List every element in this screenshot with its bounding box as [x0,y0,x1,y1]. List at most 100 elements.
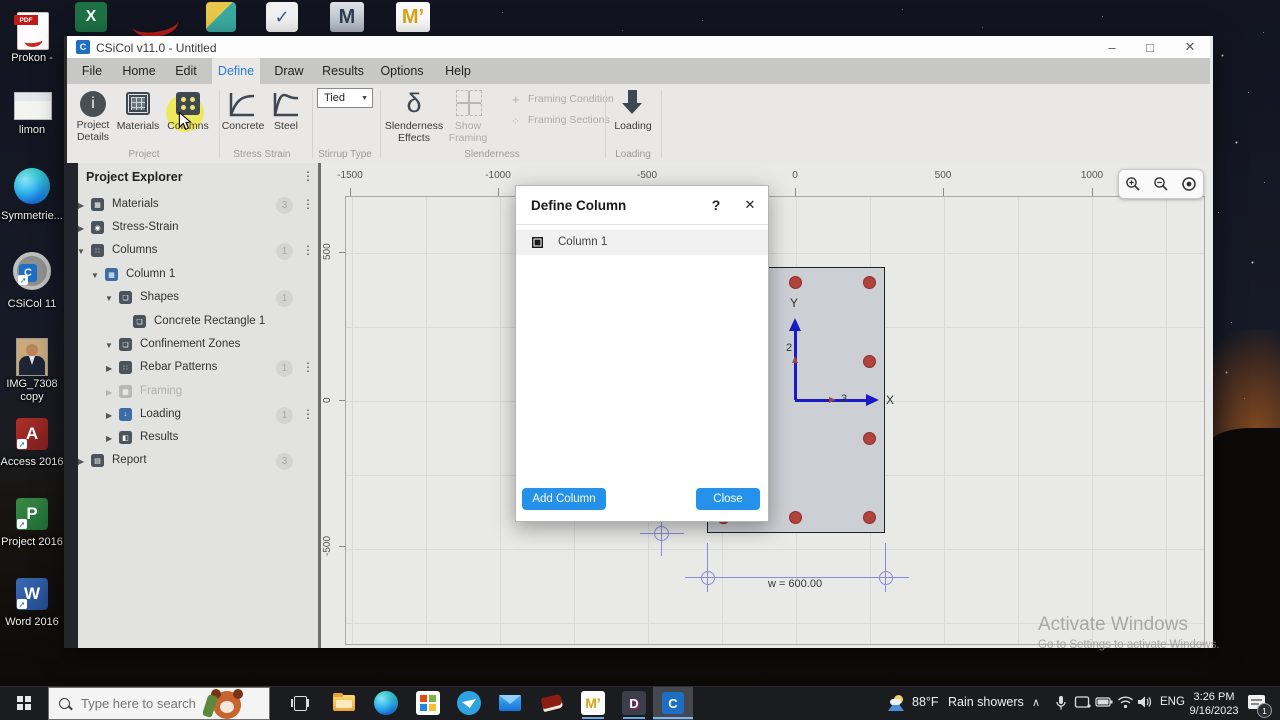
wifi-icon[interactable] [1117,695,1134,709]
language-indicator[interactable]: ENG [1160,696,1185,708]
tree-item-column-1[interactable]: ▼ ▦ Column 1 [64,264,318,287]
stirrup-type-select[interactable]: Tied ▼ [317,88,373,108]
menu-results[interactable]: Results [322,58,364,84]
tree-item-rebar-patterns[interactable]: ▶ ∷ Rebar Patterns 1 ⋮ [64,357,318,380]
rebar-dot[interactable] [863,276,876,289]
m-dark-icon[interactable]: M [330,2,364,32]
csicol-taskbar-slot[interactable]: C [653,687,693,720]
start-button[interactable] [0,686,48,720]
zoom-out-icon[interactable] [1153,176,1169,192]
expander-icon[interactable]: ▶ [106,364,112,373]
expander-icon[interactable]: ▶ [106,434,112,443]
expander-icon[interactable]: ▶ [78,224,84,233]
menu-define[interactable]: Define [212,58,260,84]
tree-item-stress-strain[interactable]: ▶ ◉ Stress-Strain [64,217,318,240]
file-explorer-icon[interactable] [332,691,356,715]
task-view-icon[interactable] [291,694,309,712]
minimize-button[interactable]: – [1097,37,1127,57]
show-framing-button[interactable]: Show Framing [444,120,492,144]
menu-edit[interactable]: Edit [170,58,202,84]
edge-taskbar-icon[interactable] [374,691,398,715]
menu-help[interactable]: Help [442,58,474,84]
zoom-in-icon[interactable] [1125,176,1141,192]
tree-item-confinement-zones[interactable]: ▼ ❏ Confinement Zones [64,334,318,357]
display-connect-icon[interactable] [1074,695,1091,710]
explorer-kebab-icon[interactable]: ⋮ [302,169,314,183]
tree-item-framing[interactable]: ▶ ▦ Framing [64,381,318,404]
excel-icon[interactable]: X [75,2,107,32]
expander-icon[interactable]: ▶ [106,411,112,420]
close-button[interactable]: ✕ [1175,37,1205,57]
tree-item-concrete-rectangle-1[interactable]: ❏ Concrete Rectangle 1 [64,311,318,334]
taskbar-search[interactable] [48,687,270,720]
expander-icon[interactable]: ▶ [78,201,84,210]
nitro-icon[interactable] [206,2,236,32]
menu-options[interactable]: Options [380,58,424,84]
dialog-close-icon[interactable]: ✕ [740,194,760,216]
expander-icon[interactable]: ▼ [77,247,85,256]
expander-icon[interactable]: ▶ [78,457,84,466]
menu-file[interactable]: File [78,58,106,84]
kebab-icon[interactable]: ⋮ [302,197,314,211]
rebar-dot[interactable] [789,511,802,524]
check-doc-icon[interactable]: ✓ [266,2,298,32]
dialog-close-button[interactable]: Close [696,488,760,510]
materials-button[interactable]: Materials [114,120,162,133]
rebar-dot[interactable] [863,355,876,368]
tree-item-report[interactable]: ▶ ▤ Report 3 [64,450,318,473]
results-node-icon: ◧ [119,431,132,444]
expander-icon[interactable]: ▼ [105,341,113,350]
dictionary-icon[interactable] [540,691,564,715]
framing-sections-button[interactable]: Framing Sections [528,114,610,126]
project-details-button[interactable]: Project Details [69,119,117,143]
m-gold-icon[interactable]: M’ [396,2,430,32]
maximize-button[interactable]: □ [1135,37,1165,57]
title-bar[interactable] [67,36,1210,59]
tree-item-columns[interactable]: ▼ ∷ Columns 1 ⋮ [64,240,318,263]
d-app-icon[interactable]: D [622,691,646,715]
rebar-dot[interactable] [863,432,876,445]
clock[interactable]: 3:26 PM 9/16/2023 [1186,690,1242,718]
icon-label: Symmetrie... [1,210,63,222]
kebab-icon[interactable]: ⋮ [302,243,314,257]
m-gold-taskbar-icon[interactable]: M’ [581,691,605,715]
telegram-icon[interactable] [457,691,481,715]
column-list-item[interactable]: Column 1 [516,230,768,255]
weather-icon[interactable] [886,694,906,712]
framing-condition-button[interactable]: Framing Condition [528,93,614,105]
kebab-icon[interactable]: ⋮ [302,407,314,421]
tree-label: Rebar Patterns [140,361,218,373]
office-icon[interactable] [416,691,440,715]
tree-item-shapes[interactable]: ▼ ❏ Shapes 1 [64,287,318,310]
help-icon[interactable]: ? [706,194,726,216]
slenderness-effects-button[interactable]: Slenderness Effects [384,120,444,144]
expander-icon[interactable]: ▼ [91,271,99,280]
tree-label: Column 1 [126,268,176,280]
speaker-icon[interactable] [1137,695,1154,709]
tray-chevron-icon[interactable]: ∧ [1032,696,1040,709]
battery-icon[interactable] [1095,695,1113,709]
menu-draw[interactable]: Draw [270,58,308,84]
steel-button[interactable]: Steel [264,120,308,133]
expander-icon[interactable]: ▼ [105,294,113,303]
search-input[interactable] [79,695,203,712]
zoom-extents-icon[interactable] [1181,176,1197,192]
loading-button[interactable]: Loading [608,120,658,133]
tree-item-loading[interactable]: ▶ ↓ Loading 1 ⋮ [64,404,318,427]
ruler-tick: 0 [322,397,333,403]
dim-marker-right [879,571,893,585]
concrete-button[interactable]: Concrete [219,120,267,133]
weather-condition[interactable]: Rain showers [948,695,1024,709]
kebab-icon[interactable]: ⋮ [302,360,314,374]
tree-item-results[interactable]: ▶ ◧ Results [64,427,318,450]
rebar-dot[interactable] [863,511,876,524]
rebar-dot[interactable] [789,276,802,289]
microphone-icon[interactable] [1054,695,1068,711]
tree-item-materials[interactable]: ▶ ▦ Materials 3 ⋮ [64,194,318,217]
mail-icon[interactable] [498,691,522,715]
add-column-button[interactable]: Add Column [522,488,606,510]
prokon-swoosh-icon[interactable] [129,0,181,41]
weather-temp[interactable]: 88°F [912,695,939,709]
menu-home[interactable]: Home [120,58,158,84]
expander-icon[interactable]: ▶ [106,388,112,397]
